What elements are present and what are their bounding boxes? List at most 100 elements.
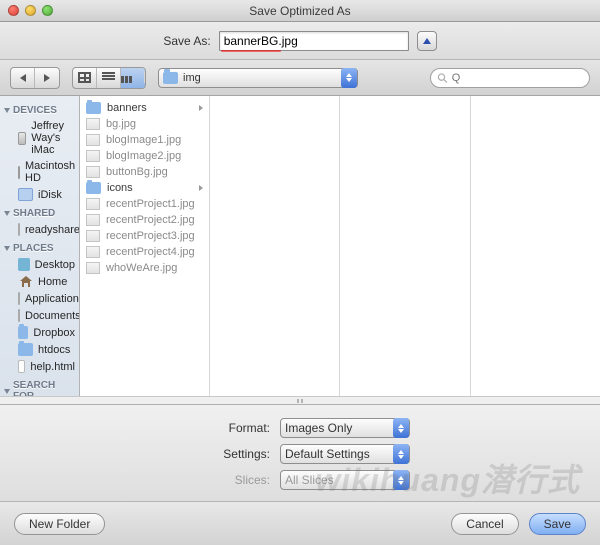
desk-icon [18,258,30,271]
sidebar-heading-label: SHARED [13,208,55,219]
file-row[interactable]: whoWeAre.jpg [80,260,209,276]
new-folder-button[interactable]: New Folder [14,513,105,535]
sidebar-item[interactable]: readyshare [0,221,79,238]
sidebar-heading: SHARED [0,203,79,221]
sidebar-item[interactable]: Applications [0,290,79,307]
minimize-window-icon[interactable] [25,5,36,16]
file-row[interactable]: icons [80,180,209,196]
search-input[interactable] [452,72,583,84]
sidebar-item-label: help.html [30,361,75,373]
columns-icon [121,72,145,83]
sidebar-item[interactable]: htdocs [0,341,79,358]
image-file-icon [86,150,100,162]
toolbar: img [0,60,600,96]
zoom-window-icon[interactable] [42,5,53,16]
sidebar-item[interactable]: help.html [0,358,79,375]
save-button[interactable]: Save [529,513,586,535]
sidebar-item[interactable]: Documents [0,307,79,324]
search-field[interactable] [430,68,590,88]
forward-button[interactable] [35,68,59,88]
folder-icon [163,72,178,84]
sidebar-item-label: Desktop [35,259,75,271]
disclosure-triangle-icon[interactable] [4,108,10,113]
image-file-icon [86,166,100,178]
disclosure-triangle-icon[interactable] [4,211,10,216]
sidebar-heading: SEARCH FOR [0,375,79,396]
sidebar-item[interactable]: Home [0,273,79,290]
sidebar-item-label: Macintosh HD [25,160,75,184]
share-icon [18,223,20,236]
text-underline-marker [221,50,281,52]
file-name-label: whoWeAre.jpg [106,262,177,274]
empty-column-2 [340,96,470,396]
file-name-label: recentProject4.jpg [106,246,195,258]
image-file-icon [86,230,100,242]
sidebar-item[interactable]: Jeffrey Way's iMac [0,118,79,158]
doc-icon [18,309,20,322]
options-panel: Format: Images Only Settings: Default Se… [0,404,600,501]
image-file-icon [86,118,100,130]
close-window-icon[interactable] [8,5,19,16]
view-switcher [72,67,146,89]
location-popup[interactable]: img [158,68,358,88]
file-name-label: buttonBg.jpg [106,166,168,178]
folderb-icon [18,343,33,356]
list-icon [102,72,115,83]
sidebar-item-label: Jeffrey Way's iMac [31,120,75,156]
sidebar-item-label: Documents [25,310,80,322]
file-row[interactable]: blogImage1.jpg [80,132,209,148]
slices-row: Slices: All Slices [0,467,600,493]
file-name-label: recentProject3.jpg [106,230,195,242]
icon-view-button[interactable] [73,68,97,88]
disclosure-toggle-button[interactable] [417,31,437,51]
save-as-label: Save As: [163,34,210,48]
sidebar-item[interactable]: iDisk [0,186,79,203]
empty-column-3 [471,96,600,396]
sidebar-heading: PLACES [0,238,79,256]
stepper-icon [341,68,357,88]
hd-icon [18,166,20,179]
file-row[interactable]: banners [80,100,209,116]
file-row[interactable]: bg.jpg [80,116,209,132]
format-row: Format: Images Only [0,415,600,441]
sidebar-item[interactable]: Desktop [0,256,79,273]
slices-label: Slices: [0,473,270,487]
window-controls [8,5,53,16]
image-file-icon [86,246,100,258]
file-name-label: blogImage2.jpg [106,150,181,162]
arrow-right-icon [44,74,50,82]
disclosure-triangle-icon[interactable] [4,246,10,251]
file-name-label: recentProject2.jpg [106,214,195,226]
sidebar-item[interactable]: Macintosh HD [0,158,79,186]
cancel-label: Cancel [466,517,503,531]
image-file-icon [86,198,100,210]
list-view-button[interactable] [97,68,121,88]
image-file-icon [86,214,100,226]
settings-label: Settings: [0,447,270,461]
resize-handle[interactable] [0,396,600,404]
settings-row: Settings: Default Settings [0,441,600,467]
file-row[interactable]: recentProject3.jpg [80,228,209,244]
format-popup[interactable]: Images Only [280,418,410,438]
cancel-button[interactable]: Cancel [451,513,518,535]
image-file-icon [86,134,100,146]
footer: New Folder Cancel Save [0,501,600,545]
format-value: Images Only [285,421,352,435]
settings-popup[interactable]: Default Settings [280,444,410,464]
slices-value: All Slices [285,473,334,487]
file-row[interactable]: recentProject2.jpg [80,212,209,228]
back-button[interactable] [11,68,35,88]
disclosure-triangle-icon[interactable] [4,389,10,394]
file-name-label: banners [107,102,147,114]
file-row[interactable]: blogImage2.jpg [80,148,209,164]
file-row[interactable]: buttonBg.jpg [80,164,209,180]
file-row[interactable]: recentProject4.jpg [80,244,209,260]
filename-input[interactable] [219,31,409,51]
file-icon [18,360,25,373]
sidebar-item[interactable]: Dropbox [0,324,79,341]
column-view-button[interactable] [121,68,145,88]
sidebar-item-label: readyshare [25,224,80,236]
file-row[interactable]: recentProject1.jpg [80,196,209,212]
folder-icon [86,182,101,194]
file-name-label: bg.jpg [106,118,136,130]
